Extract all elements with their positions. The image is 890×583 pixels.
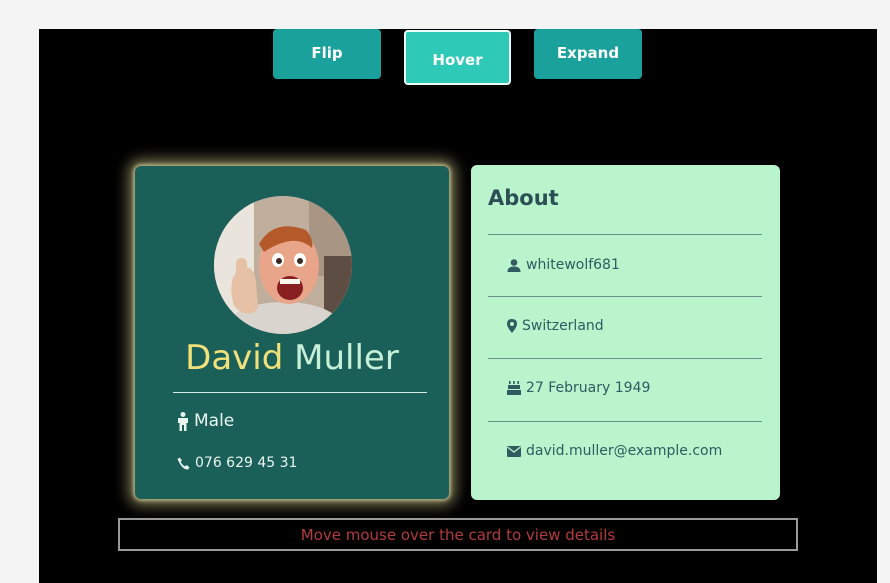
email-row: david.muller@example.com [507,443,722,459]
name-divider [173,392,427,393]
hover-button[interactable]: Hover [404,30,511,85]
about-divider [488,358,762,359]
birthday-cake-icon [507,381,521,395]
expand-button[interactable]: Expand [534,29,642,79]
status-message: Move mouse over the card to view details [118,518,798,551]
gender-text: Male [194,411,235,431]
birthday-text: 27 February 1949 [526,380,651,396]
phone-text: 076 629 45 31 [195,455,298,471]
about-divider [488,296,762,297]
phone-icon [177,457,190,470]
demo-stage: Flip Hover Expand David Muller Male 076 … [39,29,877,583]
phone-row: 076 629 45 31 [177,455,297,471]
flip-button[interactable]: Flip [273,29,381,79]
birthday-row: 27 February 1949 [507,380,650,396]
last-name: Muller [294,338,399,378]
about-divider [488,234,762,235]
about-title: About [488,186,559,210]
email-text[interactable]: david.muller@example.com [526,443,722,459]
first-name: David [185,338,284,378]
male-icon [177,411,189,431]
username-text: whitewolf681 [526,257,620,273]
avatar [214,196,352,334]
profile-name: David Muller [135,334,449,382]
map-marker-icon [507,319,517,333]
location-row: Switzerland [507,318,604,334]
profile-card-front[interactable]: David Muller Male 076 629 45 31 [135,166,449,499]
username-row: whitewolf681 [507,257,620,273]
user-icon [507,258,521,272]
about-card: About whitewolf681 Switzerland 27 Februa… [471,165,780,500]
location-text: Switzerland [522,318,604,334]
gender-row: Male [177,411,234,431]
envelope-icon [507,445,521,457]
profile-photo-icon [214,196,352,334]
about-divider [488,421,762,422]
